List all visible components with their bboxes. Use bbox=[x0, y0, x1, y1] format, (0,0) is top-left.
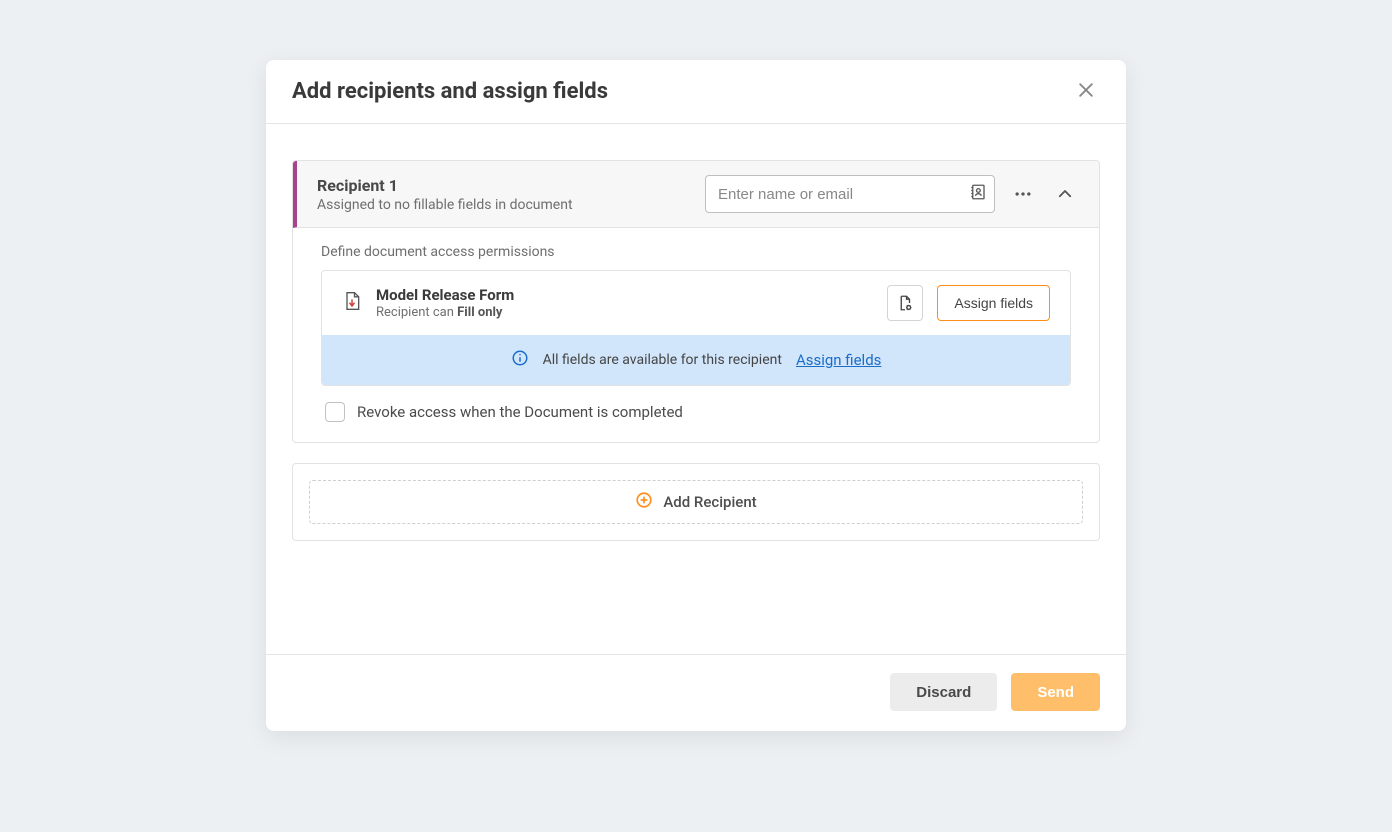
document-subtitle: Recipient can Fill only bbox=[376, 305, 873, 320]
pdf-icon bbox=[342, 290, 362, 316]
modal-header: Add recipients and assign fields bbox=[266, 60, 1126, 124]
document-gear-icon bbox=[896, 294, 914, 312]
close-button[interactable] bbox=[1072, 76, 1100, 107]
send-button[interactable]: Send bbox=[1011, 673, 1100, 711]
document-card: Model Release Form Recipient can Fill on… bbox=[321, 270, 1071, 386]
modal-footer: Discard Send bbox=[266, 654, 1126, 731]
recipient-name-input[interactable] bbox=[705, 175, 995, 213]
revoke-label: Revoke access when the Document is compl… bbox=[357, 403, 683, 421]
recipient-subtitle: Assigned to no fillable fields in docume… bbox=[317, 197, 691, 213]
doc-sub-prefix: Recipient can bbox=[376, 305, 457, 320]
assign-fields-button[interactable]: Assign fields bbox=[937, 285, 1050, 321]
collapse-button[interactable] bbox=[1051, 180, 1079, 208]
plus-circle-icon bbox=[635, 491, 653, 513]
info-text: All fields are available for this recipi… bbox=[543, 352, 782, 368]
doc-sub-mode: Fill only bbox=[457, 305, 502, 320]
name-input-wrapper bbox=[705, 175, 995, 213]
permissions-section: Define document access permissions Model… bbox=[293, 228, 1099, 442]
document-title: Model Release Form bbox=[376, 286, 873, 304]
recipient-header: Recipient 1 Assigned to no fillable fiel… bbox=[293, 161, 1099, 228]
discard-button[interactable]: Discard bbox=[890, 673, 997, 711]
document-row: Model Release Form Recipient can Fill on… bbox=[322, 271, 1070, 335]
document-settings-button[interactable] bbox=[887, 285, 923, 321]
recipient-info: Recipient 1 Assigned to no fillable fiel… bbox=[317, 176, 691, 213]
info-strip: All fields are available for this recipi… bbox=[322, 335, 1070, 385]
dots-icon bbox=[1013, 184, 1033, 204]
add-recipient-button[interactable]: Add Recipient bbox=[309, 480, 1083, 524]
modal-add-recipients: Add recipients and assign fields Recipie… bbox=[266, 60, 1126, 731]
revoke-checkbox[interactable] bbox=[325, 402, 345, 422]
document-text: Model Release Form Recipient can Fill on… bbox=[376, 286, 873, 320]
modal-body: Recipient 1 Assigned to no fillable fiel… bbox=[266, 124, 1126, 654]
contacts-icon[interactable] bbox=[969, 183, 987, 205]
add-recipient-container: Add Recipient bbox=[292, 463, 1100, 541]
permissions-label: Define document access permissions bbox=[321, 244, 1071, 260]
chevron-up-icon bbox=[1056, 185, 1074, 203]
revoke-row: Revoke access when the Document is compl… bbox=[321, 402, 1071, 422]
modal-title: Add recipients and assign fields bbox=[292, 79, 608, 104]
recipient-card: Recipient 1 Assigned to no fillable fiel… bbox=[292, 160, 1100, 443]
add-recipient-label: Add Recipient bbox=[663, 493, 756, 511]
more-options-button[interactable] bbox=[1009, 180, 1037, 208]
close-icon bbox=[1076, 80, 1096, 100]
recipient-title: Recipient 1 bbox=[317, 176, 691, 195]
info-icon bbox=[511, 349, 529, 371]
assign-fields-link[interactable]: Assign fields bbox=[796, 351, 881, 369]
